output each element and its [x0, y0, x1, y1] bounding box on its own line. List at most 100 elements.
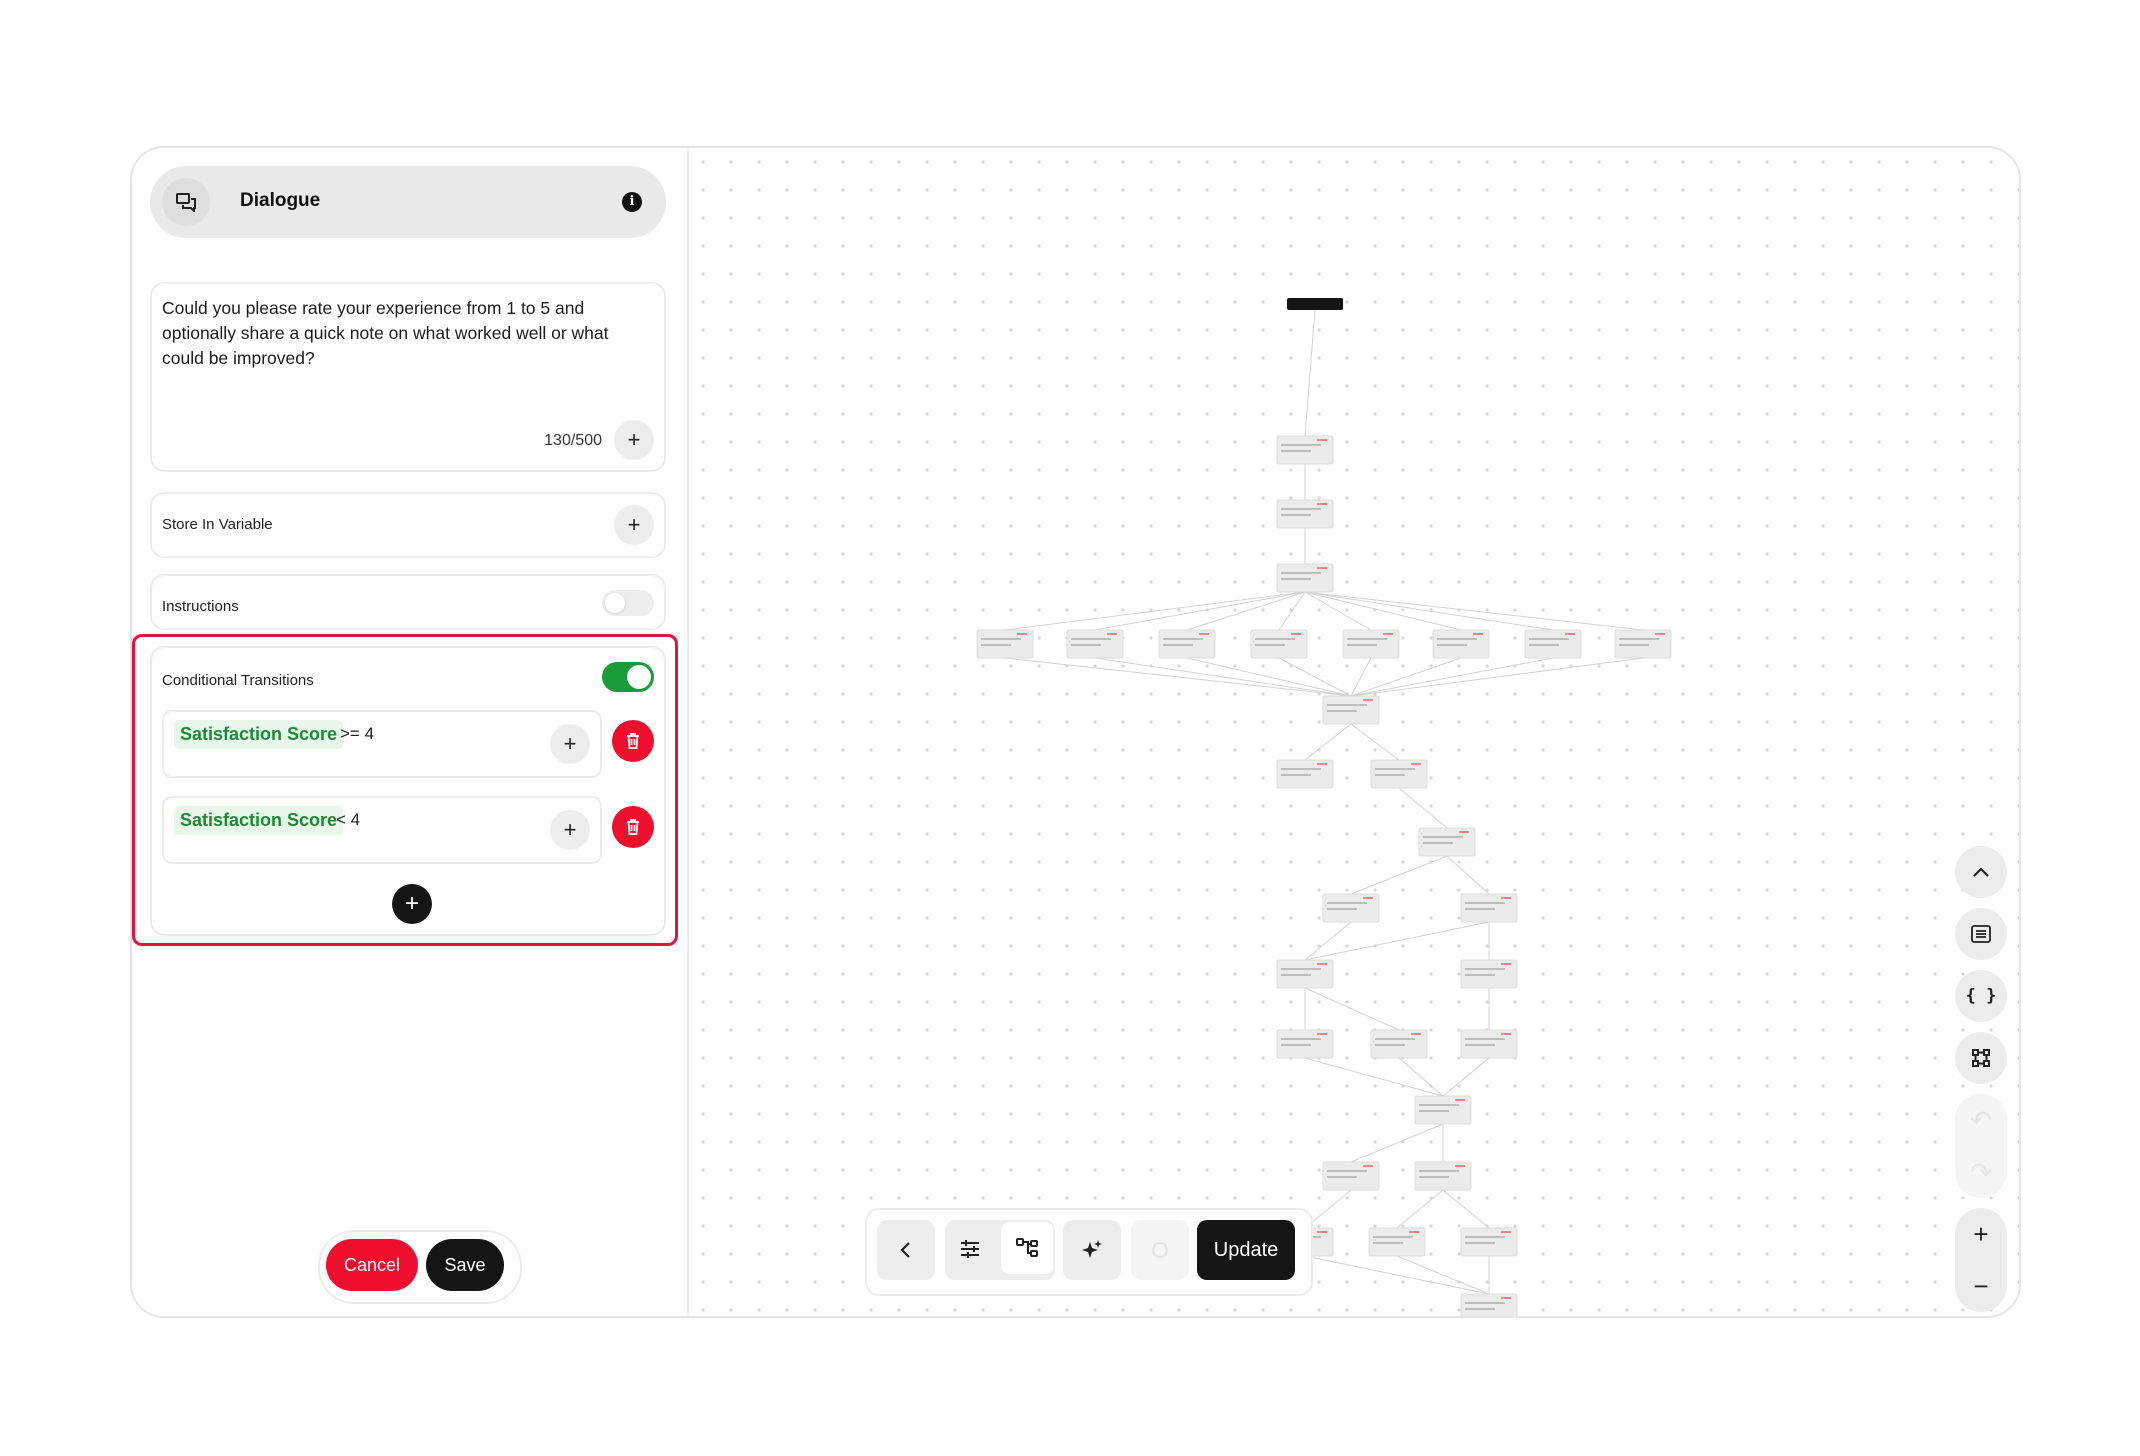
flow-canvas[interactable]: Update { } ↶ ↷ + −	[689, 148, 2019, 1316]
node-title: Dialogue	[240, 190, 321, 211]
flow-graph	[976, 298, 1672, 1316]
flow-node	[1414, 1161, 1472, 1191]
collapse-button[interactable]	[1955, 846, 2007, 898]
flow-node	[1276, 759, 1334, 789]
notes-button[interactable]	[1955, 908, 2007, 960]
flow-node	[1342, 629, 1400, 659]
cancel-button[interactable]: Cancel	[326, 1239, 418, 1291]
flow-edge	[1304, 309, 1316, 437]
node-header: Dialogue i	[150, 166, 666, 238]
flow-node	[1276, 563, 1334, 593]
chevron-left-icon	[900, 1242, 910, 1258]
flow-edge	[1304, 921, 1490, 961]
flow-edge	[1350, 723, 1400, 761]
condition-rule[interactable]: Satisfaction Score < 4 +	[162, 796, 602, 864]
ai-sparkle-button[interactable]	[1063, 1220, 1121, 1280]
update-button[interactable]: Update	[1197, 1220, 1295, 1280]
chat-bubbles-icon	[162, 178, 210, 226]
undo-redo-group: ↶ ↷	[1955, 1094, 2007, 1198]
flow-node	[976, 629, 1034, 659]
flow-node	[1460, 893, 1518, 923]
start-node	[1287, 298, 1343, 310]
list-icon	[1971, 925, 1991, 943]
prompt-textarea[interactable]: Could you please rate your experience fr…	[150, 282, 666, 472]
add-condition-button[interactable]: +	[392, 884, 432, 924]
store-variable-label: Store In Variable	[162, 516, 273, 533]
delete-condition-button[interactable]	[612, 720, 654, 762]
trash-icon	[627, 819, 639, 835]
chevron-up-icon	[1973, 867, 1989, 877]
instructions-toggle[interactable]	[602, 590, 654, 616]
disabled-button	[1131, 1220, 1189, 1280]
flow-edge	[1186, 591, 1306, 631]
flow-edge	[1304, 1057, 1444, 1097]
variable-chip[interactable]: Satisfaction Score	[174, 720, 344, 749]
flow-edge	[1350, 657, 1372, 697]
flow-node	[1460, 1029, 1518, 1059]
conditional-transitions-toggle[interactable]	[602, 662, 654, 692]
flow-node	[1418, 827, 1476, 857]
flow-node	[1460, 1293, 1518, 1316]
flow-node	[1614, 629, 1672, 659]
add-condition-clause-button[interactable]: +	[550, 810, 590, 850]
workflow-editor: Dialogue i Could you please rate your ex…	[130, 146, 2021, 1318]
flow-edge	[1304, 591, 1644, 631]
delete-condition-button[interactable]	[612, 806, 654, 848]
instructions-row: Instructions	[150, 574, 666, 630]
character-count: 130/500	[544, 432, 602, 449]
add-to-prompt-button[interactable]: +	[614, 420, 654, 460]
save-button[interactable]: Save	[426, 1239, 504, 1291]
flow-node	[1276, 959, 1334, 989]
auto-layout-button[interactable]	[1955, 1032, 2007, 1084]
flow-edge	[1304, 921, 1352, 961]
flow-edge	[1442, 1189, 1490, 1229]
flow-edge	[1304, 591, 1554, 631]
refresh-icon	[1152, 1242, 1168, 1258]
variables-button[interactable]: { }	[1955, 970, 2007, 1022]
flow-edge	[1350, 1123, 1444, 1163]
flow-node	[1276, 499, 1334, 529]
flow-edge	[1396, 1255, 1490, 1295]
add-condition-clause-button[interactable]: +	[550, 724, 590, 764]
flow-node	[1370, 759, 1428, 789]
flow-node	[1322, 1161, 1380, 1191]
flow-node	[1414, 1095, 1472, 1125]
flow-view-icon[interactable]	[1001, 1222, 1053, 1274]
flow-edge	[1004, 591, 1306, 631]
flow-edge	[1186, 657, 1352, 697]
flow-edge	[1350, 657, 1554, 697]
canvas-toolbar: Update	[865, 1208, 1313, 1296]
flow-edge	[1094, 657, 1352, 697]
flow-node	[1250, 629, 1308, 659]
flow-edge	[1304, 591, 1372, 631]
condition-rule[interactable]: Satisfaction Score >= 4 +	[162, 710, 602, 778]
sliders-icon[interactable]	[959, 1238, 981, 1265]
add-variable-button[interactable]: +	[614, 505, 654, 545]
flow-node	[1276, 1029, 1334, 1059]
zoom-in-icon[interactable]: +	[1955, 1208, 2007, 1260]
flow-node	[1158, 629, 1216, 659]
prompt-text[interactable]: Could you please rate your experience fr…	[162, 296, 652, 371]
zoom-out-icon[interactable]: −	[1955, 1260, 2007, 1312]
condition-operator: >= 4	[340, 724, 375, 743]
flow-node	[1322, 893, 1380, 923]
conditional-transitions-card: Conditional Transitions Satisfaction Sco…	[150, 646, 666, 936]
zoom-controls: + −	[1955, 1208, 2007, 1312]
flow-node	[1524, 629, 1582, 659]
back-button[interactable]	[877, 1220, 935, 1280]
variable-chip[interactable]: Satisfaction Score	[174, 806, 344, 835]
flow-edge	[1398, 1057, 1444, 1097]
flow-edge	[1350, 855, 1448, 895]
node-settings-panel: Dialogue i Could you please rate your ex…	[132, 148, 689, 1316]
flow-node	[1066, 629, 1124, 659]
flow-edge	[1396, 1189, 1444, 1229]
flow-node	[1276, 435, 1334, 465]
conditional-transitions-label: Conditional Transitions	[162, 672, 314, 689]
flow-edge	[1278, 657, 1352, 697]
info-icon[interactable]: i	[622, 192, 642, 212]
flow-node	[1432, 629, 1490, 659]
flow-node	[1460, 1227, 1518, 1257]
flow-edge	[1398, 787, 1448, 829]
flow-edge	[1004, 657, 1352, 697]
sparkle-icon	[1082, 1240, 1102, 1258]
